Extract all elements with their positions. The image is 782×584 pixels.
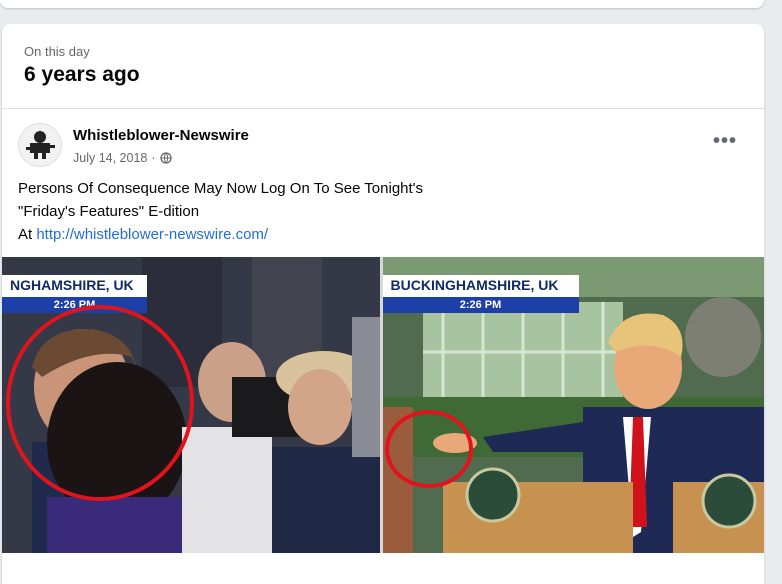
more-options-button[interactable]: ••• xyxy=(708,130,742,152)
avatar[interactable] xyxy=(18,123,62,167)
post-text-line2: "Friday's Features" E-dition xyxy=(18,203,200,220)
post-meta: July 14, 2018 · xyxy=(73,151,172,165)
newswire-logo-icon xyxy=(26,131,55,159)
post-text-line1: Persons Of Consequence May Now Log On To… xyxy=(18,180,424,197)
memory-card: On this day 6 years ago Whistleblower-Ne… xyxy=(2,24,764,584)
post-header: Whistleblower-Newswire July 14, 2018 · •… xyxy=(2,109,764,171)
meta-separator: · xyxy=(151,151,156,165)
post-date[interactable]: July 14, 2018 xyxy=(73,151,147,165)
right-photo-panel: BUCKINGHAMSHIRE, UK 2:26 PM xyxy=(379,257,764,553)
right-location-banner: BUCKINGHAMSHIRE, UK xyxy=(382,275,579,297)
post-image[interactable]: NGHAMSHIRE, UK 2:26 PM BUCKINGHAMSHIRE, … xyxy=(2,257,764,553)
memory-kicker: On this day xyxy=(24,44,90,59)
post-link[interactable]: http://whistleblower-newswire.com/ xyxy=(36,226,268,243)
post-text-line3: At http://whistleblower-newswire.com/ xyxy=(18,223,764,246)
right-highlight-circle xyxy=(384,410,473,488)
left-photo-panel: NGHAMSHIRE, UK 2:26 PM xyxy=(2,257,380,553)
post-author[interactable]: Whistleblower-Newswire xyxy=(73,127,249,144)
left-location-banner: NGHAMSHIRE, UK xyxy=(2,275,147,297)
previous-card xyxy=(0,0,764,8)
right-time-banner: 2:26 PM xyxy=(382,297,579,313)
post-text-prefix: At xyxy=(18,226,37,243)
memory-title: 6 years ago xyxy=(24,63,140,86)
post-text: Persons Of Consequence May Now Log On To… xyxy=(2,171,764,246)
globe-icon xyxy=(159,152,172,164)
left-highlight-circle xyxy=(6,305,194,501)
memory-header: On this day 6 years ago xyxy=(2,24,764,109)
